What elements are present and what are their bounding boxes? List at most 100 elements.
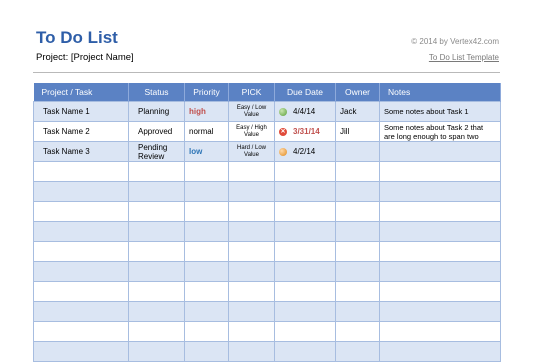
empty-cell[interactable] — [379, 281, 501, 302]
empty-cell[interactable] — [228, 201, 275, 222]
status-cell[interactable]: Planning — [128, 101, 185, 122]
due-date-cell[interactable]: 4/2/14 — [274, 141, 336, 162]
empty-cell[interactable] — [228, 301, 275, 322]
empty-cell[interactable] — [335, 301, 380, 322]
empty-cell[interactable] — [184, 221, 229, 242]
empty-cell[interactable] — [379, 301, 501, 322]
empty-cell[interactable] — [228, 281, 275, 302]
empty-cell[interactable] — [128, 201, 185, 222]
empty-cell[interactable] — [274, 281, 336, 302]
empty-cell[interactable] — [184, 301, 229, 322]
empty-cell[interactable] — [379, 241, 501, 262]
empty-cell[interactable] — [184, 181, 229, 202]
empty-cell[interactable] — [128, 281, 185, 302]
column-header-priority[interactable]: Priority — [184, 83, 229, 102]
priority-cell[interactable]: normal — [184, 121, 229, 142]
empty-cell[interactable] — [379, 201, 501, 222]
empty-cell[interactable] — [379, 161, 501, 182]
empty-cell[interactable] — [184, 321, 229, 342]
empty-cell[interactable] — [379, 181, 501, 202]
task-cell[interactable]: Task Name 3 — [33, 141, 129, 162]
owner-cell[interactable] — [335, 141, 380, 162]
empty-cell[interactable] — [184, 281, 229, 302]
notes-cell[interactable] — [379, 141, 501, 162]
empty-cell[interactable] — [128, 221, 185, 242]
empty-cell[interactable] — [128, 321, 185, 342]
empty-cell[interactable] — [33, 301, 129, 322]
column-header-pick[interactable]: PICK — [228, 83, 275, 102]
empty-cell[interactable] — [335, 201, 380, 222]
empty-cell[interactable] — [274, 201, 336, 222]
column-header-notes[interactable]: Notes — [379, 83, 501, 102]
empty-cell[interactable] — [128, 161, 185, 182]
template-link[interactable]: To Do List Template — [429, 53, 499, 62]
empty-cell[interactable] — [228, 261, 275, 282]
empty-cell[interactable] — [128, 301, 185, 322]
empty-cell[interactable] — [274, 321, 336, 342]
empty-cell[interactable] — [228, 341, 275, 362]
empty-cell[interactable] — [335, 341, 380, 362]
empty-cell[interactable] — [228, 161, 275, 182]
empty-cell[interactable] — [33, 321, 129, 342]
priority-cell[interactable]: high — [184, 101, 229, 122]
empty-cell[interactable] — [335, 241, 380, 262]
status-cell[interactable]: Pending Review — [128, 141, 185, 162]
priority-cell[interactable]: low — [184, 141, 229, 162]
empty-cell[interactable] — [335, 221, 380, 242]
empty-cell[interactable] — [274, 261, 336, 282]
empty-cell[interactable] — [184, 161, 229, 182]
empty-cell[interactable] — [128, 241, 185, 262]
owner-cell[interactable]: Jack — [335, 101, 380, 122]
empty-cell[interactable] — [128, 261, 185, 282]
empty-cell[interactable] — [274, 221, 336, 242]
empty-cell[interactable] — [335, 281, 380, 302]
task-cell[interactable]: Task Name 2 — [33, 121, 129, 142]
empty-cell[interactable] — [335, 321, 380, 342]
empty-cell[interactable] — [335, 181, 380, 202]
empty-cell[interactable] — [379, 221, 501, 242]
empty-cell[interactable] — [228, 181, 275, 202]
notes-cell[interactable]: Some notes about Task 1 — [379, 101, 501, 122]
pick-cell[interactable]: Hard / Low Value — [228, 141, 275, 162]
empty-cell[interactable] — [274, 341, 336, 362]
empty-cell[interactable] — [184, 241, 229, 262]
empty-cell[interactable] — [128, 341, 185, 362]
empty-cell[interactable] — [274, 241, 336, 262]
project-name[interactable]: Project: [Project Name] — [36, 52, 134, 63]
empty-cell[interactable] — [228, 221, 275, 242]
column-header-status[interactable]: Status — [128, 83, 185, 102]
notes-cell[interactable]: Some notes about Task 2 that are long en… — [379, 121, 501, 142]
empty-cell[interactable] — [33, 201, 129, 222]
empty-cell[interactable] — [33, 241, 129, 262]
empty-cell[interactable] — [274, 161, 336, 182]
empty-cell[interactable] — [184, 341, 229, 362]
empty-cell[interactable] — [33, 221, 129, 242]
empty-cell[interactable] — [33, 181, 129, 202]
column-header-owner[interactable]: Owner — [335, 83, 380, 102]
due-date-cell[interactable]: ✕ 3/31/14 — [274, 121, 336, 142]
empty-cell[interactable] — [335, 261, 380, 282]
empty-cell[interactable] — [184, 261, 229, 282]
empty-cell[interactable] — [33, 261, 129, 282]
empty-cell[interactable] — [379, 321, 501, 342]
empty-cell[interactable] — [228, 241, 275, 262]
due-date-cell[interactable]: 4/4/14 — [274, 101, 336, 122]
empty-cell[interactable] — [228, 321, 275, 342]
empty-cell[interactable] — [379, 261, 501, 282]
task-cell[interactable]: Task Name 1 — [33, 101, 129, 122]
pick-cell[interactable]: Easy / Low Value — [228, 101, 275, 122]
empty-cell[interactable] — [274, 181, 336, 202]
column-header-task[interactable]: Project / Task — [33, 83, 129, 102]
empty-cell[interactable] — [33, 341, 129, 362]
owner-cell[interactable]: Jill — [335, 121, 380, 142]
empty-cell[interactable] — [33, 281, 129, 302]
empty-cell[interactable] — [274, 301, 336, 322]
empty-cell[interactable] — [128, 181, 185, 202]
column-header-due-date[interactable]: Due Date — [274, 83, 336, 102]
pick-cell[interactable]: Easy / High Value — [228, 121, 275, 142]
empty-cell[interactable] — [379, 341, 501, 362]
empty-cell[interactable] — [33, 161, 129, 182]
status-cell[interactable]: Approved — [128, 121, 185, 142]
empty-cell[interactable] — [184, 201, 229, 222]
empty-cell[interactable] — [335, 161, 380, 182]
